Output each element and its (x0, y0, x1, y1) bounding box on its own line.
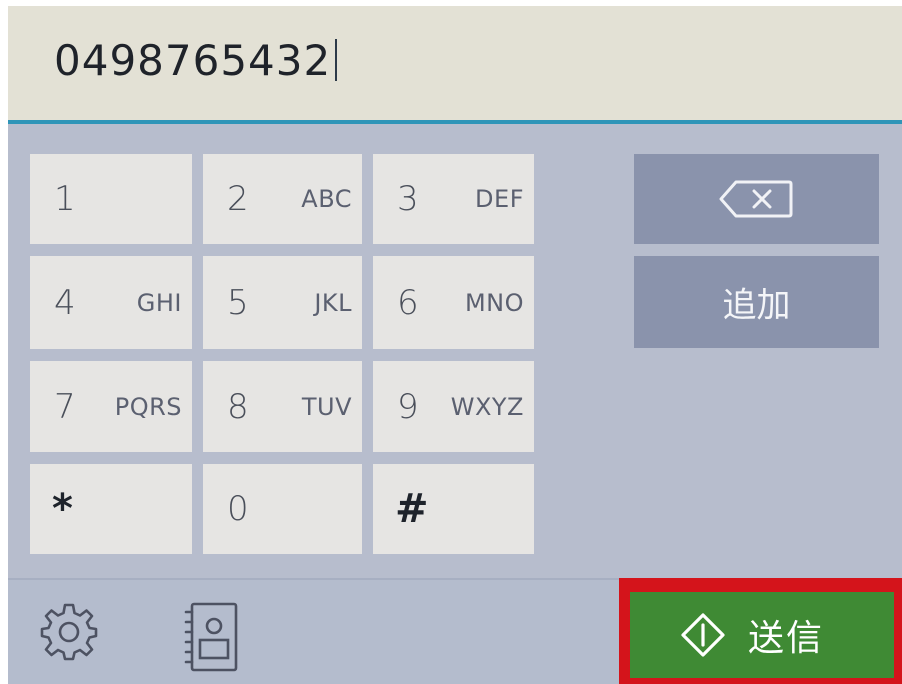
key-2[interactable]: 2 ABC (203, 154, 362, 244)
key-digit: 1 (54, 179, 76, 219)
key-symbol: * (52, 486, 73, 532)
key-star[interactable]: * (30, 464, 192, 554)
key-letters: WXYZ (450, 392, 524, 421)
number-entry-area[interactable]: 0498765432 (8, 6, 902, 120)
fax-dial-screen: 0498765432 1 2 ABC 3 DEF 4 GHI 5 JKL 6 M… (0, 0, 902, 684)
key-letters: MNO (464, 288, 524, 317)
key-letters: ABC (301, 185, 352, 213)
key-digit: 6 (397, 282, 419, 323)
key-0[interactable]: 0 (203, 464, 362, 554)
address-book-icon[interactable] (178, 600, 242, 674)
key-4[interactable]: 4 GHI (30, 256, 192, 349)
key-7[interactable]: 7 PQRS (30, 361, 192, 452)
backspace-icon (719, 180, 793, 218)
key-digit: 8 (227, 386, 249, 427)
key-3[interactable]: 3 DEF (373, 154, 534, 244)
key-digit: 0 (227, 489, 249, 529)
text-cursor (335, 39, 338, 81)
key-letters: GHI (136, 288, 182, 317)
key-digit: 4 (54, 282, 76, 323)
key-9[interactable]: 9 WXYZ (373, 361, 534, 452)
add-button[interactable]: 追加 (634, 256, 879, 348)
add-button-label: 追加 (722, 285, 791, 326)
key-digit: 2 (227, 179, 249, 219)
key-6[interactable]: 6 MNO (373, 256, 534, 349)
start-diamond-icon (681, 613, 725, 657)
send-button[interactable]: 送信 (630, 592, 894, 678)
key-letters: DEF (475, 185, 524, 213)
send-button-label: 送信 (748, 618, 825, 659)
backspace-button[interactable] (634, 154, 879, 244)
key-hash[interactable]: # (373, 464, 534, 554)
gear-icon[interactable] (38, 601, 100, 663)
key-letters: JKL (314, 288, 352, 317)
phone-number-input[interactable]: 0498765432 (54, 36, 338, 86)
key-digit: 5 (227, 282, 249, 323)
key-1[interactable]: 1 (30, 154, 192, 244)
phone-number-value: 0498765432 (54, 36, 332, 85)
key-letters: TUV (301, 392, 352, 421)
key-digit: 7 (54, 386, 76, 427)
key-digit: 3 (397, 179, 419, 219)
key-letters: PQRS (114, 392, 182, 421)
key-5[interactable]: 5 JKL (203, 256, 362, 349)
key-digit: 9 (397, 386, 419, 427)
key-8[interactable]: 8 TUV (203, 361, 362, 452)
key-symbol: # (395, 486, 429, 532)
